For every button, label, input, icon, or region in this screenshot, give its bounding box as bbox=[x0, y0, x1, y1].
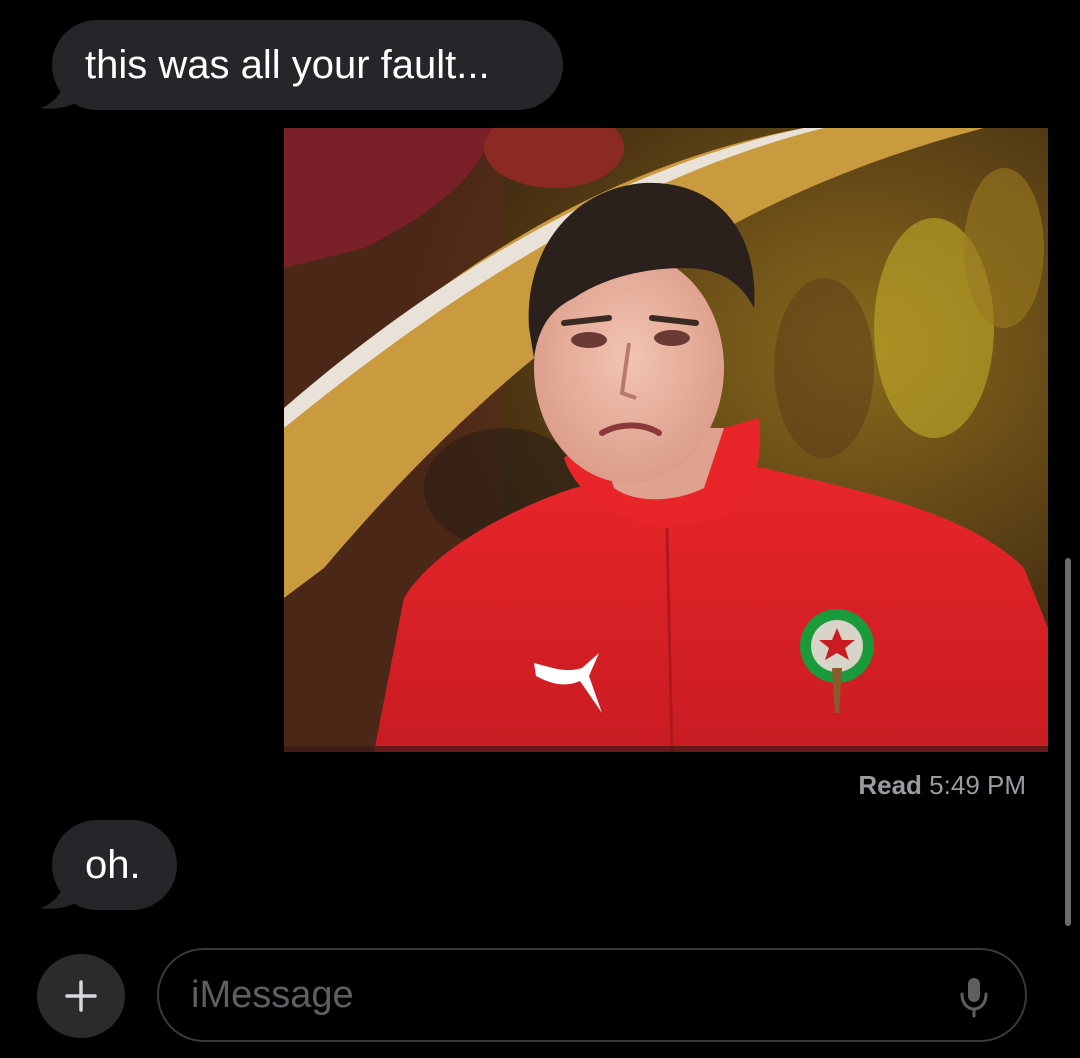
image-attachment[interactable] bbox=[284, 128, 1048, 752]
apps-plus-button[interactable] bbox=[37, 954, 125, 1038]
plus-icon bbox=[65, 980, 97, 1012]
read-time: 5:49 PM bbox=[929, 770, 1026, 800]
incoming-message-bubble[interactable]: this was all your fault... bbox=[52, 20, 563, 110]
message-input[interactable] bbox=[191, 972, 931, 1018]
scroll-indicator[interactable] bbox=[1065, 558, 1071, 926]
photo-image bbox=[284, 128, 1048, 752]
message-field[interactable] bbox=[157, 948, 1027, 1042]
incoming-message-bubble[interactable]: oh. bbox=[52, 820, 177, 910]
read-receipt: Read 5:49 PM bbox=[858, 770, 1026, 801]
message-text: oh. bbox=[85, 843, 141, 887]
message-text: this was all your fault... bbox=[85, 43, 490, 87]
microphone-icon[interactable] bbox=[959, 976, 989, 1018]
read-label: Read bbox=[858, 770, 922, 800]
